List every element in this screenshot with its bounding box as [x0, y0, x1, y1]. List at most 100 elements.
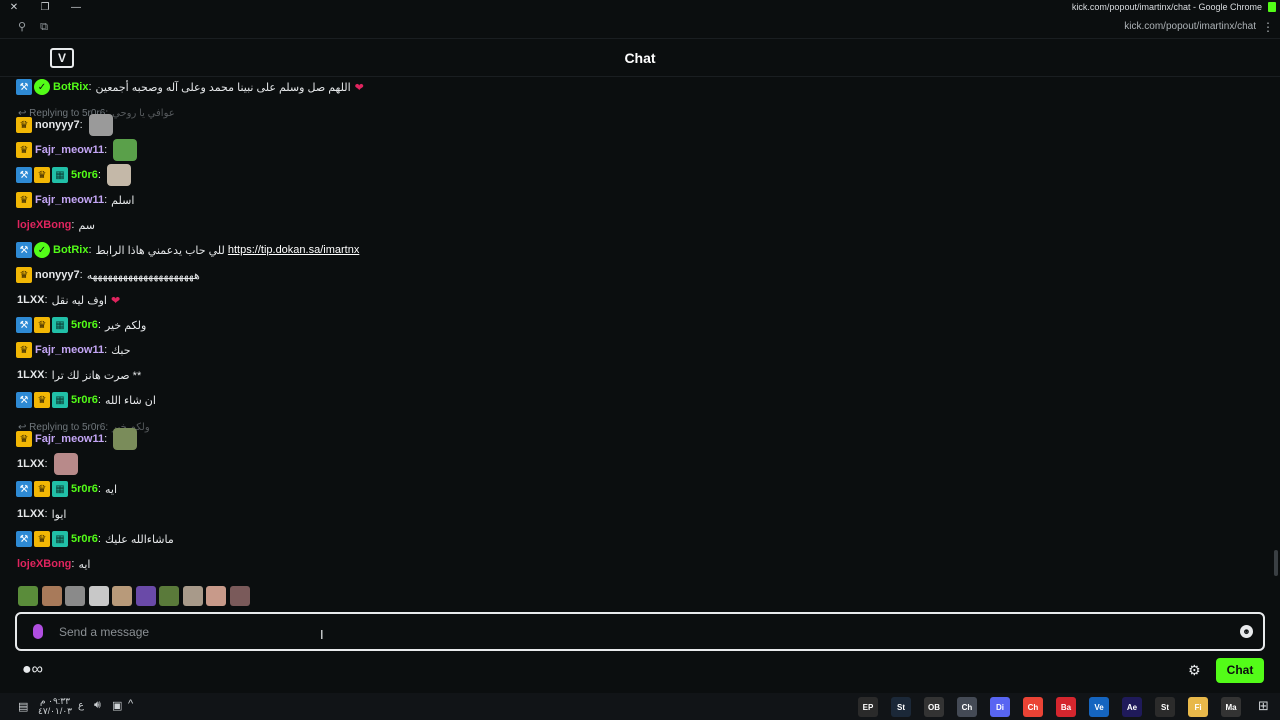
emote-image[interactable] [53, 453, 78, 475]
og-badge-icon: ▦ [52, 317, 68, 333]
window-title: kick.com/popout/imartinx/chat - Google C… [1071, 2, 1262, 12]
taskbar-app-icon[interactable]: Ae [1122, 697, 1142, 717]
chat-username[interactable]: 5r0r6 [71, 483, 98, 495]
taskbar-apps: EP St OB Ch Di Ch Ba Ve Ae St Fi Ma [858, 697, 1254, 717]
taskbar-app-icon[interactable]: Ch [957, 697, 977, 717]
vip-crown-icon: ♛ [34, 167, 50, 183]
chat-username[interactable]: 5r0r6 [71, 394, 98, 406]
start-icon[interactable]: ⊞ [1258, 698, 1269, 714]
zoom-icon[interactable]: ⚲ [14, 20, 30, 34]
mic-icon[interactable] [33, 624, 43, 639]
chat-message: ♛ Fajr_meow11: [16, 139, 138, 161]
taskbar-app-icon[interactable]: Ve [1089, 697, 1109, 717]
message-text: هههههههههههههههههههههه [86, 269, 200, 282]
taskbar-app-icon[interactable]: EP [858, 697, 878, 717]
taskbar-app-icon[interactable]: St [891, 697, 911, 717]
chat-username[interactable]: 5r0r6 [71, 319, 98, 331]
language-indicator[interactable]: ع [78, 700, 84, 711]
moderator-badge-icon: ⚒ [16, 242, 32, 258]
emote-image[interactable] [113, 428, 138, 450]
extensions-icon[interactable]: ⧉ [36, 20, 52, 34]
message-link[interactable]: https://tip.dokan.sa/imartnx [228, 244, 359, 256]
more-icon[interactable]: ⋮ [1262, 20, 1274, 34]
chat-username[interactable]: 1LXX [17, 294, 45, 306]
quick-emote[interactable] [18, 586, 38, 606]
chat-tools-icon[interactable]: ●∞ [22, 661, 43, 679]
chat-message: ⚒ ♛ ▦ 5r0r6: ان شاء الله [16, 391, 156, 409]
chat-username[interactable]: Fajr_meow11 [35, 433, 104, 445]
heart-emoji: ❤ [354, 81, 364, 94]
page-title: Chat [624, 50, 656, 66]
username-colon: : [44, 294, 48, 306]
message-text: ايوا [51, 508, 67, 521]
chat-messages: ⚒ ✓ BotRix: اللهم صل وسلم على نبينا محمد وع… [0, 78, 1280, 578]
message-text: صرت هانز لك ترا ** [51, 369, 142, 382]
username-colon: : [104, 144, 108, 156]
gear-icon[interactable]: ⚙ [1188, 662, 1201, 679]
quick-emote[interactable] [41, 586, 62, 606]
clock[interactable]: ٠٩:٣٣ م ٤٧/٠١/٠٣ [38, 696, 72, 716]
quick-emote[interactable] [159, 586, 179, 606]
taskbar-app-icon[interactable]: Ba [1056, 697, 1076, 717]
taskbar-app-icon[interactable]: Di [990, 697, 1010, 717]
taskbar-app-icon[interactable]: Fi [1188, 697, 1208, 717]
restore-icon[interactable]: ❐ [37, 2, 53, 14]
username-colon: : [79, 119, 83, 131]
chat-username[interactable]: 1LXX [17, 369, 45, 381]
quick-emote[interactable] [206, 586, 226, 606]
vip-crown-icon: ♛ [34, 392, 50, 408]
og-badge-icon: ▦ [52, 167, 68, 183]
scrollbar[interactable] [1274, 550, 1278, 576]
vip-crown-icon: ♛ [34, 481, 50, 497]
chat-username[interactable]: lojeXBong [17, 558, 71, 570]
chat-username[interactable]: Fajr_meow11 [35, 194, 104, 206]
minimize-icon[interactable]: — [68, 2, 84, 14]
tray-expand-icon[interactable]: ^ [128, 698, 133, 710]
quick-emote[interactable] [88, 586, 109, 606]
taskbar-app-icon[interactable]: OB [924, 697, 944, 717]
taskbar-app-icon[interactable]: Ma [1221, 697, 1241, 717]
chat-username[interactable]: 1LXX [17, 458, 45, 470]
emote-image[interactable] [88, 114, 113, 136]
message-input[interactable]: Send a message [59, 625, 149, 639]
chat-username[interactable]: BotRix [53, 81, 88, 93]
message-input-box[interactable]: Send a message ☻ [15, 612, 1265, 651]
chat-username[interactable]: lojeXBong [17, 219, 71, 231]
username-colon: : [97, 394, 101, 406]
notifications-icon[interactable]: ▤ [18, 700, 28, 713]
moderator-badge-icon: ⚒ [16, 392, 32, 408]
emote-image[interactable] [113, 139, 138, 161]
chat-username[interactable]: nonyyy7 [35, 119, 80, 131]
emote-image[interactable] [106, 164, 131, 186]
username-colon: : [44, 508, 48, 520]
chat-username[interactable]: nonyyy7 [35, 269, 80, 281]
vip-crown-icon: ♛ [34, 531, 50, 547]
chat-username[interactable]: Fajr_meow11 [35, 344, 104, 356]
chat-username[interactable]: Fajr_meow11 [35, 144, 104, 156]
quick-emote[interactable] [182, 586, 203, 606]
quick-emote[interactable] [229, 586, 250, 606]
heart-emoji: ❤ [111, 294, 121, 307]
text-cursor-icon: I [320, 627, 324, 642]
chat-message: lojeXBong: سم [16, 216, 95, 234]
vip-crown-icon: ♛ [34, 317, 50, 333]
taskbar-app-icon[interactable]: Ch [1023, 697, 1043, 717]
emoji-icon[interactable]: ☻ [1240, 625, 1253, 638]
volume-icon[interactable]: 🔊︎ [94, 699, 101, 712]
chat-header: V Chat [0, 38, 1280, 77]
quick-emote[interactable] [135, 586, 156, 606]
message-text: ايه [78, 558, 91, 571]
chat-message: ♛ Fajr_meow11: [16, 428, 138, 450]
quick-emote[interactable] [65, 586, 85, 606]
chat-username[interactable]: 5r0r6 [71, 533, 98, 545]
chat-username[interactable]: BotRix [53, 244, 88, 256]
address-bar-url[interactable]: kick.com/popout/imartinx/chat [1124, 21, 1256, 32]
network-icon[interactable]: ▣ [112, 699, 122, 712]
chat-username[interactable]: 5r0r6 [71, 169, 98, 181]
chat-send-button[interactable]: Chat [1216, 658, 1264, 683]
close-icon[interactable]: ✕ [6, 2, 22, 14]
chat-username[interactable]: 1LXX [17, 508, 45, 520]
taskbar-app-icon[interactable]: St [1155, 697, 1175, 717]
vip-crown-icon: ♛ [16, 192, 32, 208]
quick-emote[interactable] [112, 586, 132, 606]
